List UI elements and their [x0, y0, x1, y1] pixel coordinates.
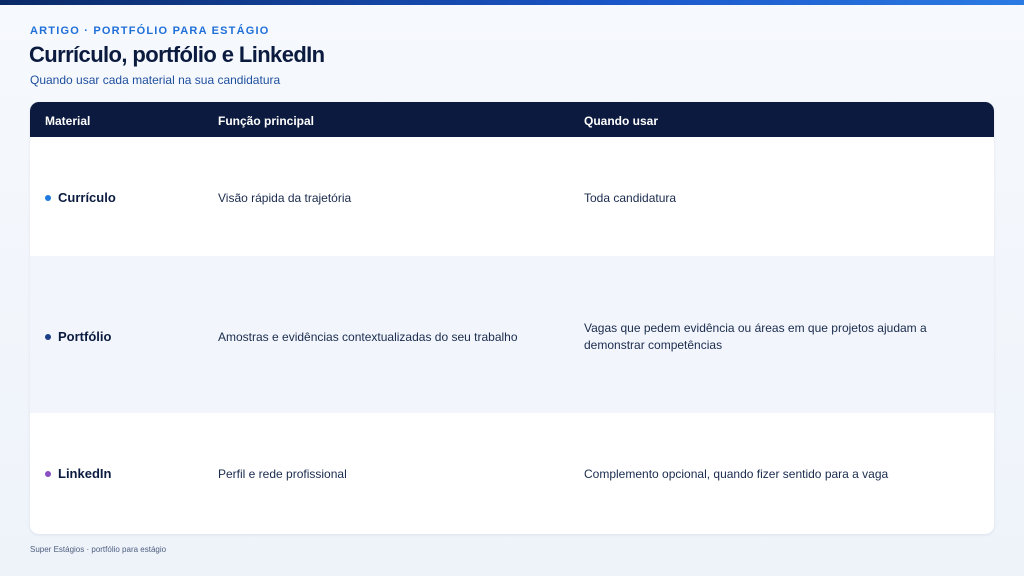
table-header: Material Função principal Quando usar	[30, 102, 994, 137]
page-subtitle: Quando usar cada material na sua candida…	[30, 73, 281, 87]
when-cell: Vagas que pedem evidência ou áreas em qu…	[584, 321, 927, 352]
when-cell: Toda candidatura	[584, 191, 677, 205]
table-row: Portfólio Amostras e evidências contextu…	[30, 256, 994, 413]
material-cell: Portfólio	[45, 328, 111, 345]
footer-credit: Super Estágios · portfólio para estágio	[30, 545, 167, 554]
column-header-material: Material	[45, 114, 91, 128]
material-cell: LinkedIn	[45, 465, 111, 482]
material-label: LinkedIn	[58, 466, 112, 481]
function-cell: Visão rápida da trajetória	[218, 191, 352, 205]
column-header-when: Quando usar	[584, 114, 659, 128]
function-cell: Amostras e evidências contextualizadas d…	[218, 330, 518, 344]
page-title: Currículo, portfólio e LinkedIn	[29, 42, 325, 67]
when-cell: Complemento opcional, quando fizer senti…	[584, 467, 889, 481]
material-cell: Currículo	[45, 189, 116, 206]
bullet-dot-icon	[45, 194, 51, 201]
bullet-dot-icon	[45, 470, 51, 477]
function-cell: Perfil e rede profissional	[218, 467, 347, 481]
article-eyebrow: ARTIGO · PORTFÓLIO PARA ESTÁGIO	[30, 25, 270, 37]
top-accent-bar	[0, 0, 1024, 5]
comparison-table: Material Função principal Quando usar Cu…	[30, 102, 994, 534]
table-row: LinkedIn Perfil e rede profissional Comp…	[30, 413, 994, 534]
bullet-dot-icon	[45, 333, 51, 340]
material-label: Currículo	[58, 190, 116, 205]
column-header-function: Função principal	[218, 114, 315, 128]
material-label: Portfólio	[58, 329, 112, 344]
